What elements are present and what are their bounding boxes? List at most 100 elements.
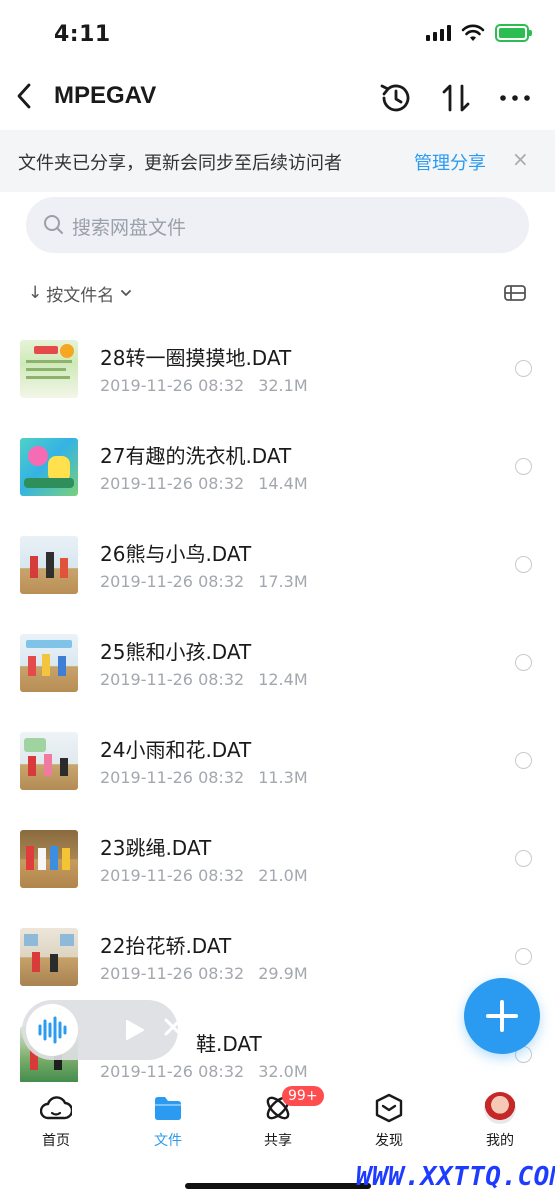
manage-share-link[interactable]: 管理分享 bbox=[414, 149, 486, 175]
notification-badge: 99+ bbox=[282, 1086, 324, 1106]
file-row[interactable]: 26熊与小鸟.DAT 2019-11-26 08:32 17.3M bbox=[0, 516, 555, 614]
status-icons bbox=[426, 24, 532, 42]
chevron-down-icon bbox=[121, 290, 132, 296]
select-checkbox[interactable] bbox=[515, 850, 532, 867]
file-row[interactable]: 27有趣的洗衣机.DAT 2019-11-26 08:32 14.4M bbox=[0, 418, 555, 516]
video-thumbnail bbox=[20, 634, 78, 692]
close-icon[interactable] bbox=[162, 1016, 184, 1038]
video-thumbnail bbox=[20, 732, 78, 790]
file-row[interactable]: 23跳绳.DAT 2019-11-26 08:32 21.0M bbox=[0, 810, 555, 908]
file-name: 22抬花轿.DAT bbox=[100, 934, 232, 958]
file-name: 26熊与小鸟.DAT bbox=[100, 542, 252, 566]
search-input[interactable]: 搜索网盘文件 bbox=[26, 197, 529, 253]
folder-icon bbox=[155, 1097, 181, 1120]
file-row[interactable]: 28转一圈摸摸地.DAT 2019-11-26 08:32 32.1M bbox=[0, 320, 555, 418]
file-size: 11.3M bbox=[258, 768, 308, 787]
tab-label: 共享 bbox=[264, 1133, 292, 1149]
file-size: 21.0M bbox=[258, 866, 308, 885]
file-date: 2019-11-26 08:32 bbox=[100, 964, 245, 983]
file-date: 2019-11-26 08:32 bbox=[100, 474, 245, 493]
file-date: 2019-11-26 08:32 bbox=[100, 572, 245, 591]
sort-arrow-icon: ↓ bbox=[28, 283, 43, 303]
tab-share[interactable]: 99+ 共享 bbox=[238, 1086, 324, 1150]
file-meta: 2019-11-26 08:32 21.0M bbox=[100, 866, 308, 885]
file-date: 2019-11-26 08:32 bbox=[100, 376, 245, 395]
file-meta: 2019-11-26 08:32 17.3M bbox=[100, 572, 308, 591]
select-checkbox[interactable] bbox=[515, 360, 532, 377]
file-meta: 2019-11-26 08:32 32.1M bbox=[100, 376, 308, 395]
sort-transfer-icon[interactable] bbox=[438, 80, 474, 116]
file-size: 32.1M bbox=[258, 376, 308, 395]
nav-bar: MPEGAV bbox=[0, 70, 555, 124]
search-icon bbox=[44, 215, 63, 234]
file-date: 2019-11-26 08:32 bbox=[100, 866, 245, 885]
sort-label: 按文件名 bbox=[46, 285, 115, 306]
tab-me[interactable]: 我的 bbox=[460, 1092, 540, 1150]
file-meta: 2019-11-26 08:32 29.9M bbox=[100, 964, 308, 983]
file-size: 32.0M bbox=[258, 1062, 308, 1081]
bottom-tab-bar: 首页 文件 99+ 共享 发现 我的 bbox=[0, 1082, 555, 1162]
audio-player[interactable] bbox=[22, 1000, 182, 1060]
file-date: 2019-11-26 08:32 bbox=[100, 768, 245, 787]
battery-charging-icon bbox=[495, 24, 532, 42]
share-banner-close-icon[interactable]: × bbox=[512, 147, 529, 171]
select-checkbox[interactable] bbox=[515, 948, 532, 965]
home-indicator bbox=[185, 1183, 371, 1189]
tab-label: 文件 bbox=[154, 1133, 182, 1149]
video-thumbnail bbox=[20, 438, 78, 496]
file-size: 29.9M bbox=[258, 964, 308, 983]
select-checkbox[interactable] bbox=[515, 654, 532, 671]
add-button[interactable] bbox=[464, 978, 540, 1054]
watermark: WWW.XXTTQ.COM bbox=[356, 1162, 555, 1192]
file-meta: 2019-11-26 08:32 12.4M bbox=[100, 670, 308, 689]
file-row[interactable]: 25熊和小孩.DAT 2019-11-26 08:32 12.4M bbox=[0, 614, 555, 712]
file-date: 2019-11-26 08:32 bbox=[100, 1062, 245, 1081]
file-name: 27有趣的洗衣机.DAT bbox=[100, 444, 292, 468]
cellular-signal-icon bbox=[426, 25, 451, 41]
video-thumbnail bbox=[20, 536, 78, 594]
tab-files[interactable]: 文件 bbox=[128, 1092, 208, 1150]
tab-home[interactable]: 首页 bbox=[16, 1092, 96, 1150]
search-placeholder: 搜索网盘文件 bbox=[72, 217, 187, 239]
video-thumbnail bbox=[20, 928, 78, 986]
wifi-icon bbox=[461, 24, 485, 41]
file-meta: 2019-11-26 08:32 32.0M bbox=[100, 1062, 308, 1081]
file-name: 23跳绳.DAT bbox=[100, 836, 212, 860]
tab-discover[interactable]: 发现 bbox=[349, 1092, 429, 1150]
file-name: 24小雨和花.DAT bbox=[100, 738, 252, 762]
file-size: 14.4M bbox=[258, 474, 308, 493]
sort-by-name-button[interactable]: ↓ 按文件名 bbox=[28, 280, 134, 306]
select-checkbox[interactable] bbox=[515, 752, 532, 769]
file-meta: 2019-11-26 08:32 14.4M bbox=[100, 474, 308, 493]
status-bar: 4:11 bbox=[0, 0, 555, 64]
video-thumbnail bbox=[20, 340, 78, 398]
tab-label: 首页 bbox=[42, 1133, 70, 1149]
file-meta: 2019-11-26 08:32 11.3M bbox=[100, 768, 308, 787]
file-name: 鞋.DAT bbox=[196, 1032, 262, 1056]
file-name: 25熊和小孩.DAT bbox=[100, 640, 252, 664]
select-checkbox[interactable] bbox=[515, 458, 532, 475]
plus-icon bbox=[486, 1000, 518, 1032]
cloud-home-icon bbox=[40, 1096, 72, 1120]
play-icon[interactable] bbox=[122, 1018, 146, 1042]
box-discover-icon bbox=[375, 1093, 403, 1123]
video-thumbnail bbox=[20, 830, 78, 888]
tab-label: 发现 bbox=[375, 1133, 403, 1149]
share-banner: 文件夹已分享，更新会同步至后续访问者 管理分享 × bbox=[0, 130, 555, 192]
tab-label: 我的 bbox=[486, 1133, 514, 1149]
view-mode-toggle-icon[interactable] bbox=[502, 280, 528, 306]
file-size: 17.3M bbox=[258, 572, 308, 591]
avatar bbox=[484, 1092, 516, 1124]
file-size: 12.4M bbox=[258, 670, 308, 689]
back-arrow-icon[interactable] bbox=[12, 80, 38, 112]
history-icon[interactable] bbox=[378, 80, 414, 116]
share-banner-text: 文件夹已分享，更新会同步至后续访问者 bbox=[18, 153, 342, 174]
more-options-icon[interactable] bbox=[497, 80, 533, 116]
file-date: 2019-11-26 08:32 bbox=[100, 670, 245, 689]
select-checkbox[interactable] bbox=[515, 556, 532, 573]
audio-waveform-icon bbox=[26, 1004, 78, 1056]
status-time: 4:11 bbox=[54, 22, 111, 47]
folder-title: MPEGAV bbox=[54, 82, 157, 109]
file-name: 28转一圈摸摸地.DAT bbox=[100, 346, 292, 370]
file-row[interactable]: 24小雨和花.DAT 2019-11-26 08:32 11.3M bbox=[0, 712, 555, 810]
